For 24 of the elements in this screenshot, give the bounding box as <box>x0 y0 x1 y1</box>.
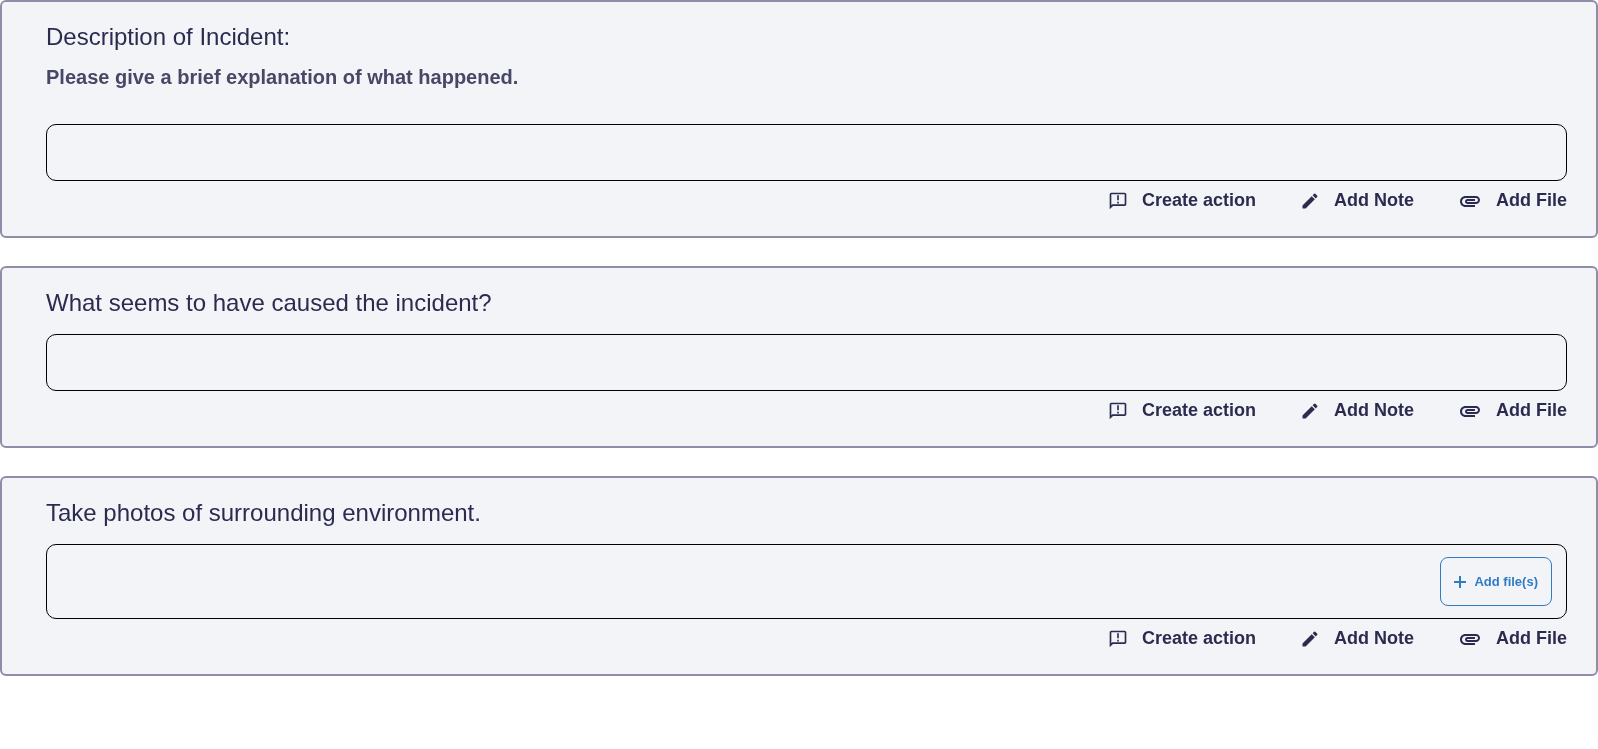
action-link[interactable]: Add File <box>1458 625 1567 652</box>
question-title: Description of Incident: <box>46 22 292 52</box>
action-link[interactable]: Add File <box>1458 187 1567 214</box>
action-link[interactable]: Add Note <box>1300 625 1414 652</box>
answer-field[interactable] <box>46 124 1567 181</box>
feedback-icon <box>1107 628 1128 649</box>
question-title: Take photos of surrounding environment. <box>46 498 482 528</box>
answer-field[interactable] <box>46 334 1567 391</box>
action-link[interactable]: Add File <box>1458 397 1567 424</box>
action-link[interactable]: Create action <box>1107 397 1256 424</box>
action-link[interactable]: Create action <box>1107 625 1256 652</box>
feedback-icon <box>1107 400 1128 421</box>
add-files-button[interactable]: Add file(s) <box>1440 557 1552 606</box>
pencil-icon <box>1300 628 1320 649</box>
pencil-icon <box>1300 190 1320 211</box>
action-link[interactable]: Add Note <box>1300 397 1414 424</box>
question-hint: Please give a brief explanation of what happened. <box>46 65 520 90</box>
question-title: What seems to have caused the incident? <box>46 288 493 318</box>
action-link[interactable]: Create action <box>1107 187 1256 214</box>
feedback-icon <box>1107 190 1128 211</box>
pencil-icon <box>1300 400 1320 421</box>
upload-field[interactable]: Add file(s) <box>46 544 1567 619</box>
action-link[interactable]: Add Note <box>1300 187 1414 214</box>
plus-icon <box>1454 575 1467 588</box>
